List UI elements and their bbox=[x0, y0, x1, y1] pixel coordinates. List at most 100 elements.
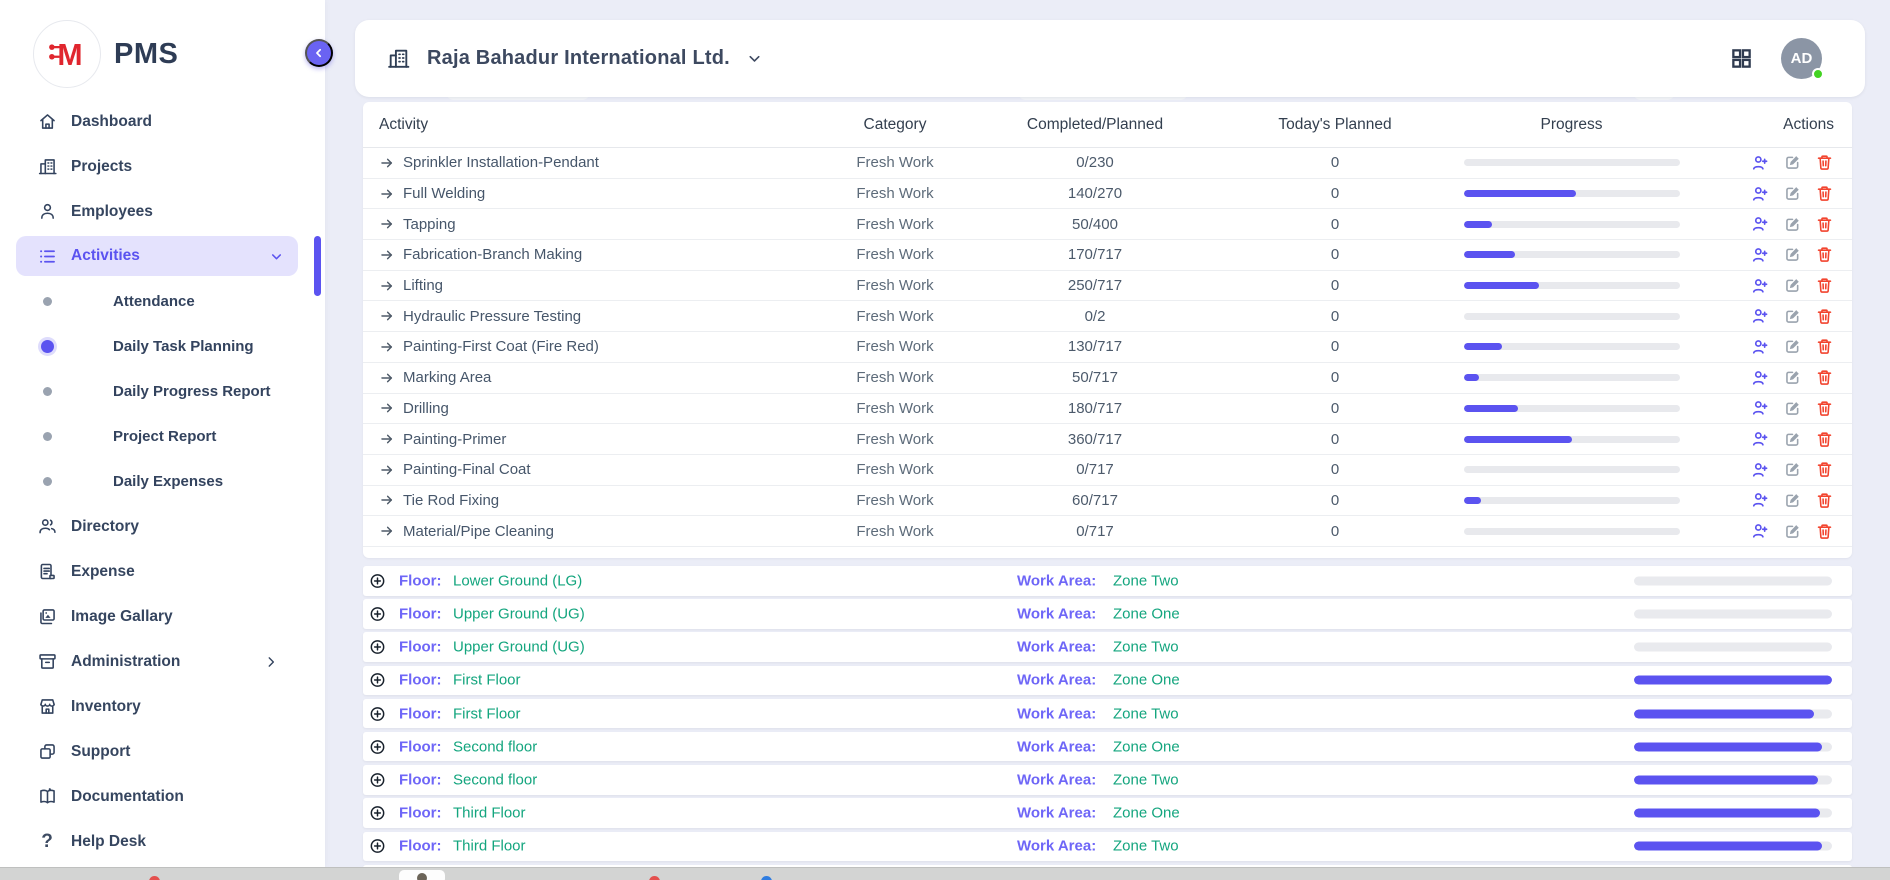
edit-button[interactable] bbox=[1783, 307, 1802, 326]
sidebar-item-documentation[interactable]: Documentation bbox=[0, 774, 325, 819]
expand-plus-icon[interactable] bbox=[369, 738, 386, 755]
taskbar-app-icon[interactable] bbox=[399, 870, 445, 880]
sidebar-item-administration[interactable]: Administration bbox=[0, 639, 325, 684]
sidebar-item-employees[interactable]: Employees bbox=[0, 189, 325, 234]
work-area-label: Work Area: bbox=[1017, 672, 1096, 689]
sidebar-item-directory[interactable]: Directory bbox=[0, 504, 325, 549]
assign-user-button[interactable] bbox=[1750, 245, 1770, 265]
sidebar-item-projects[interactable]: Projects bbox=[0, 144, 325, 189]
activities-active-pill[interactable]: Activities bbox=[16, 236, 298, 276]
edit-button[interactable] bbox=[1783, 522, 1802, 541]
activity-row: Painting-Primer Fresh Work 360/717 0 bbox=[363, 424, 1852, 455]
work-area-name: Zone Two bbox=[1113, 639, 1179, 656]
sidebar-item-inventory[interactable]: Inventory bbox=[0, 684, 325, 729]
sidebar-item-dashboard[interactable]: Dashboard bbox=[0, 99, 325, 144]
delete-button[interactable] bbox=[1815, 245, 1834, 264]
book-icon bbox=[36, 786, 58, 808]
assign-user-button[interactable] bbox=[1750, 490, 1770, 510]
sidebar-subitem-daily-progress-report[interactable]: Daily Progress Report bbox=[0, 369, 325, 414]
edit-button[interactable] bbox=[1783, 399, 1802, 418]
taskbar-app-blue-icon[interactable] bbox=[761, 876, 772, 880]
assign-user-button[interactable] bbox=[1750, 429, 1770, 449]
edit-button[interactable] bbox=[1783, 491, 1802, 510]
work-area-label: Work Area: bbox=[1017, 639, 1096, 656]
sidebar-item-activities[interactable]: Activities bbox=[0, 234, 325, 279]
sidebar-subitem-daily-expenses[interactable]: Daily Expenses bbox=[0, 459, 325, 504]
sidebar-item-image-gallary[interactable]: Image Gallary bbox=[0, 594, 325, 639]
delete-button[interactable] bbox=[1815, 276, 1834, 295]
assign-user-button[interactable] bbox=[1750, 276, 1770, 296]
edit-button[interactable] bbox=[1783, 337, 1802, 356]
assign-user-button[interactable] bbox=[1750, 337, 1770, 357]
edit-button[interactable] bbox=[1783, 276, 1802, 295]
activity-category: Fresh Work bbox=[810, 246, 980, 263]
delete-button[interactable] bbox=[1815, 368, 1834, 387]
sidebar-subitem-daily-task-planning[interactable]: Daily Task Planning bbox=[0, 324, 325, 369]
expand-plus-icon[interactable] bbox=[369, 605, 386, 622]
sidebar-collapse-button[interactable] bbox=[305, 39, 333, 67]
delete-button[interactable] bbox=[1815, 307, 1834, 326]
floor-row[interactable]: Floor: Second floor Work Area: Zone Two bbox=[363, 765, 1852, 795]
os-taskbar[interactable] bbox=[0, 867, 1890, 880]
activity-name: Painting-Primer bbox=[403, 431, 506, 448]
assign-user-button[interactable] bbox=[1750, 184, 1770, 204]
delete-button[interactable] bbox=[1815, 522, 1834, 541]
apps-grid-icon[interactable] bbox=[1730, 47, 1753, 70]
delete-button[interactable] bbox=[1815, 430, 1834, 449]
sidebar-subitem-project-report[interactable]: Project Report bbox=[0, 414, 325, 459]
taskbar-app-red-icon[interactable] bbox=[149, 876, 160, 880]
edit-button[interactable] bbox=[1783, 368, 1802, 387]
edit-button[interactable] bbox=[1783, 153, 1802, 172]
edit-button[interactable] bbox=[1783, 430, 1802, 449]
expand-plus-icon[interactable] bbox=[369, 672, 386, 689]
delete-button[interactable] bbox=[1815, 491, 1834, 510]
floor-row[interactable]: Floor: Upper Ground (UG) Work Area: Zone… bbox=[363, 632, 1852, 662]
company-selector[interactable]: Raja Bahadur International Ltd. bbox=[386, 46, 763, 71]
sidebar-item-help-desk[interactable]: ? Help Desk bbox=[0, 819, 325, 864]
floor-row[interactable]: Floor: Third Floor Work Area: Zone One bbox=[363, 798, 1852, 828]
expand-plus-icon[interactable] bbox=[369, 639, 386, 656]
assign-user-button[interactable] bbox=[1750, 398, 1770, 418]
expand-plus-icon[interactable] bbox=[369, 572, 386, 589]
assign-user-button[interactable] bbox=[1750, 460, 1770, 480]
expand-plus-icon[interactable] bbox=[369, 805, 386, 822]
floor-row[interactable]: Floor: First Floor Work Area: Zone Two bbox=[363, 699, 1852, 729]
delete-button[interactable] bbox=[1815, 460, 1834, 479]
assign-user-button[interactable] bbox=[1750, 368, 1770, 388]
floor-row[interactable]: Floor: Upper Ground (UG) Work Area: Zone… bbox=[363, 599, 1852, 629]
activity-category: Fresh Work bbox=[810, 277, 980, 294]
assign-user-button[interactable] bbox=[1750, 153, 1770, 173]
user-avatar[interactable]: AD bbox=[1781, 38, 1822, 79]
floor-row[interactable]: Floor: Second floor Work Area: Zone One bbox=[363, 732, 1852, 762]
chevron-right-icon bbox=[264, 655, 278, 669]
sidebar-scrollbar-thumb[interactable] bbox=[314, 236, 321, 296]
assign-user-button[interactable] bbox=[1750, 306, 1770, 326]
edit-button[interactable] bbox=[1783, 245, 1802, 264]
delete-button[interactable] bbox=[1815, 337, 1834, 356]
bullet-dot-active-icon bbox=[41, 340, 54, 353]
taskbar-app-red-icon[interactable] bbox=[649, 876, 660, 880]
expand-plus-icon[interactable] bbox=[369, 838, 386, 855]
delete-button[interactable] bbox=[1815, 184, 1834, 203]
floor-label: Floor: bbox=[399, 572, 442, 589]
expand-plus-icon[interactable] bbox=[369, 705, 386, 722]
sidebar-item-expense[interactable]: Expense bbox=[0, 549, 325, 594]
sidebar-item-support[interactable]: Support bbox=[0, 729, 325, 774]
floor-row[interactable]: Floor: Lower Ground (LG) Work Area: Zone… bbox=[363, 566, 1852, 596]
edit-button[interactable] bbox=[1783, 184, 1802, 203]
col-header-actions: Actions bbox=[1683, 116, 1852, 134]
assign-user-button[interactable] bbox=[1750, 521, 1770, 541]
edit-button[interactable] bbox=[1783, 215, 1802, 234]
sidebar-subitem-attendance[interactable]: Attendance bbox=[0, 279, 325, 324]
bullet-dot-icon bbox=[41, 475, 54, 488]
delete-button[interactable] bbox=[1815, 153, 1834, 172]
delete-button[interactable] bbox=[1815, 215, 1834, 234]
sidebar-item-label: Inventory bbox=[71, 698, 141, 716]
floor-row[interactable]: Floor: First Floor Work Area: Zone One bbox=[363, 666, 1852, 696]
expand-plus-icon[interactable] bbox=[369, 771, 386, 788]
delete-button[interactable] bbox=[1815, 399, 1834, 418]
floor-row[interactable]: Floor: Third Floor Work Area: Zone Two bbox=[363, 832, 1852, 862]
edit-button[interactable] bbox=[1783, 460, 1802, 479]
completed-planned-value: 50/717 bbox=[980, 369, 1210, 386]
assign-user-button[interactable] bbox=[1750, 214, 1770, 234]
